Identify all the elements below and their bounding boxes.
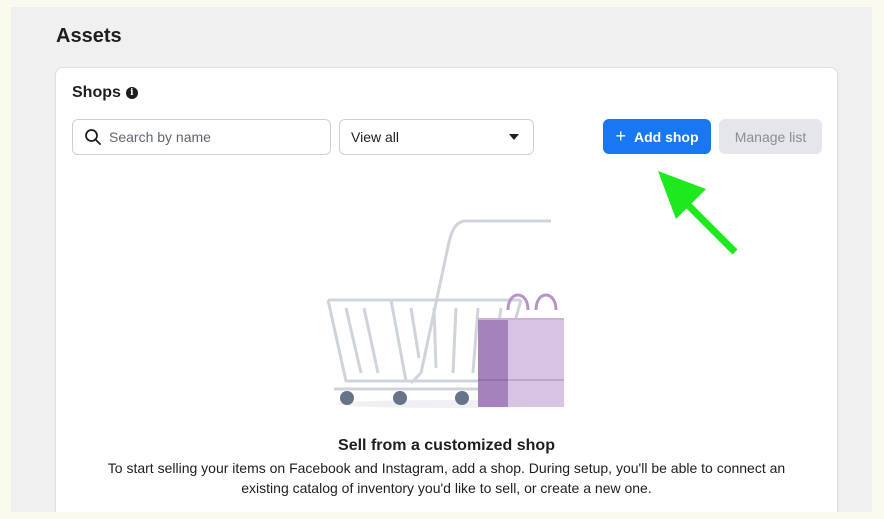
- section-header: Shops i: [72, 84, 138, 102]
- plus-icon: +: [615, 125, 626, 146]
- shops-card: Shops i View all + Add shop Manage list: [55, 67, 838, 512]
- view-filter-value: View all: [351, 129, 399, 145]
- chevron-down-icon: [509, 134, 519, 140]
- empty-state-title: Sell from a customized shop: [338, 437, 555, 454]
- search-input[interactable]: [109, 129, 309, 145]
- search-icon: [85, 129, 101, 145]
- page-title: Assets: [56, 25, 122, 47]
- app-frame: Assets Shops i View all + Add shop Manag…: [11, 7, 872, 512]
- manage-list-label: Manage list: [734, 128, 807, 145]
- view-filter-dropdown[interactable]: View all: [339, 119, 534, 155]
- add-shop-label: Add shop: [633, 128, 699, 145]
- search-box[interactable]: [72, 119, 331, 155]
- info-icon[interactable]: i: [125, 87, 138, 99]
- shopping-cart-illustration: [326, 219, 566, 408]
- section-title: Shops: [72, 84, 121, 101]
- add-shop-button[interactable]: + Add shop: [603, 119, 711, 154]
- empty-state-description: To start selling your items on Facebook …: [107, 460, 786, 496]
- annotation-arrow-icon: [658, 171, 738, 255]
- manage-list-button[interactable]: Manage list: [719, 119, 822, 154]
